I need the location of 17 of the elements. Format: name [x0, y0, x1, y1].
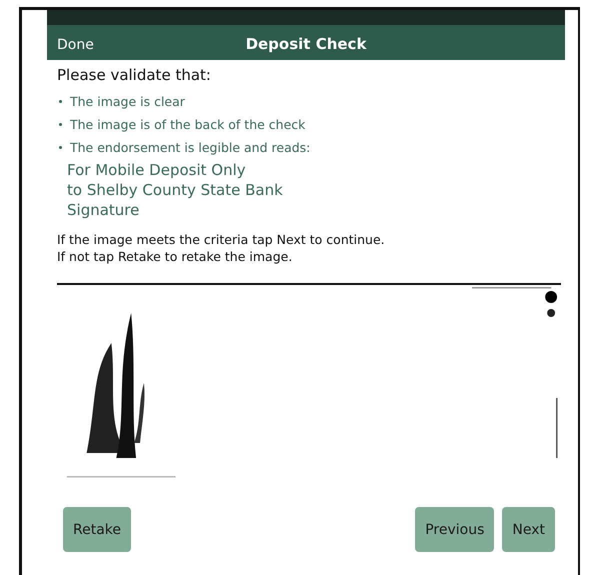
endorsement-line: to Shelby County State Bank: [67, 180, 284, 200]
bullet-icon: [59, 146, 62, 149]
endorsement-line: Signature: [67, 200, 140, 220]
instruction-text: If the image meets the criteria tap Next to continue.: [57, 231, 386, 248]
instruction-text: If not tap Retake to retake the image.: [57, 248, 294, 265]
bullet-icon: [59, 123, 62, 126]
checklist-item: The image is of the back of the check: [70, 117, 306, 132]
checklist-item: The endorsement is legible and reads:: [70, 140, 310, 155]
previous-button[interactable]: Previous: [415, 507, 494, 552]
bullet-icon: [59, 100, 62, 103]
screen-title: Deposit Check: [246, 34, 366, 52]
next-button[interactable]: Next: [502, 507, 555, 552]
heading-text: Please validate that:: [57, 66, 212, 84]
checklist-item: The image is clear: [70, 94, 185, 109]
endorsement-line: For Mobile Deposit Only: [67, 160, 247, 180]
retake-button[interactable]: Retake: [63, 507, 132, 552]
done-button[interactable]: Done: [47, 36, 94, 52]
